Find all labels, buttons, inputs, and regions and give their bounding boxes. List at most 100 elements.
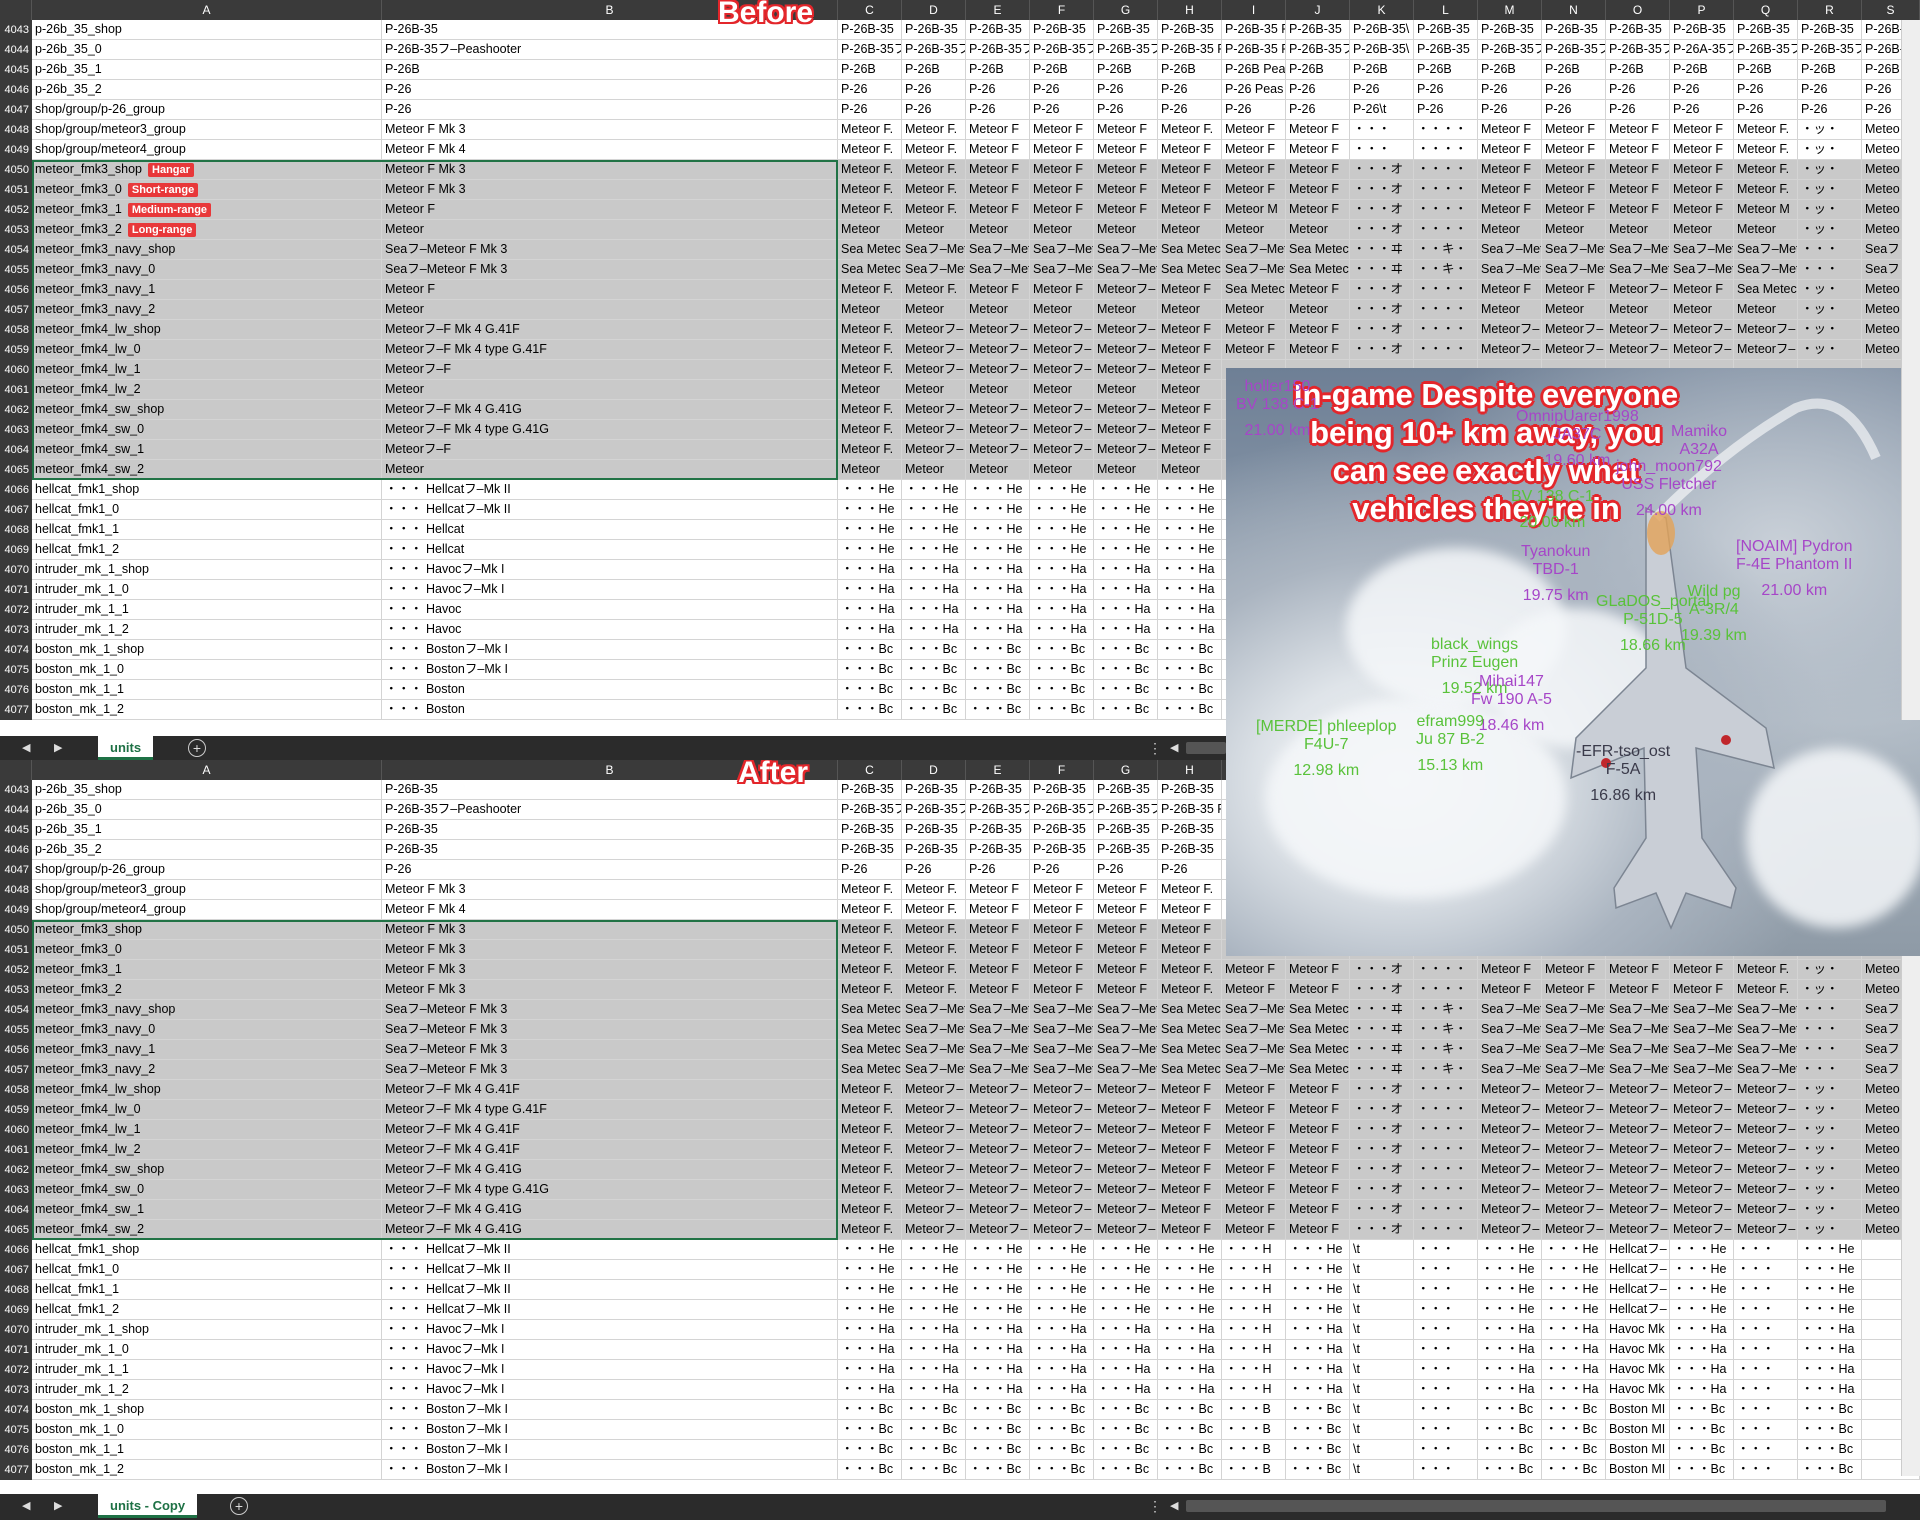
cell-b[interactable]: ・・・ Hellcatフ–Mk II (382, 500, 838, 519)
cell-a[interactable]: meteor_fmk4_lw_2 (32, 1140, 382, 1159)
row-number[interactable]: 4067 (0, 1260, 32, 1280)
row-number[interactable]: 4065 (0, 460, 32, 480)
cell-h[interactable]: Meteor F (1158, 940, 1222, 959)
cell-r[interactable]: ・・・ (1798, 1020, 1862, 1039)
cell-l[interactable]: ・・・ (1414, 1260, 1478, 1279)
cell-k[interactable]: P-26B (1350, 60, 1414, 79)
cell-e[interactable]: Meteor (966, 220, 1030, 239)
cell-f[interactable]: ・・・Ha (1030, 620, 1094, 639)
cell-k[interactable]: \t (1350, 1340, 1414, 1359)
cell-l[interactable]: ・・・ (1414, 1380, 1478, 1399)
cell-j[interactable]: P-26B (1286, 60, 1350, 79)
cell-g[interactable]: P-26B-35 (1094, 840, 1158, 859)
cell-f[interactable]: Meteorフ– (1030, 1080, 1094, 1099)
cell-a[interactable]: meteor_fmk3_navy_2 (32, 300, 382, 319)
cell-j[interactable]: Meteor (1286, 300, 1350, 319)
cell-g[interactable]: ・・・Bc (1094, 1400, 1158, 1419)
cell-h[interactable]: P-26B-35 (1158, 20, 1222, 39)
cell-f[interactable]: ・・・Ha (1030, 1360, 1094, 1379)
cell-m[interactable]: ・・・He (1478, 1300, 1542, 1319)
cell-i[interactable]: Meteor F (1222, 1080, 1286, 1099)
cell-a[interactable]: boston_mk_1_0 (32, 1420, 382, 1439)
cell-e[interactable]: Meteor (966, 300, 1030, 319)
cell-f[interactable]: P-26 (1030, 80, 1094, 99)
cell-i[interactable]: ・・・B (1222, 1460, 1286, 1479)
cell-e[interactable]: Meteorフ– (966, 320, 1030, 339)
cell-n[interactable]: ・・・He (1542, 1280, 1606, 1299)
cell-g[interactable]: ・・・He (1094, 480, 1158, 499)
cell-a[interactable]: meteor_fmk3_shop (32, 920, 382, 939)
cell-e[interactable]: P-26B-35フ (966, 800, 1030, 819)
row-number[interactable]: 4061 (0, 1140, 32, 1160)
cell-d[interactable]: P-26B-35 (902, 840, 966, 859)
cell-k[interactable]: ・・・オ (1350, 960, 1414, 979)
cell-d[interactable]: Meteor (902, 300, 966, 319)
row-number[interactable]: 4059 (0, 1100, 32, 1120)
cell-f[interactable]: Meteor (1030, 380, 1094, 399)
cell-h[interactable]: ・・・Ha (1158, 580, 1222, 599)
cell-b[interactable]: ・・・ Bostonフ–Mk I (382, 1460, 838, 1479)
cell-d[interactable]: ・・・Ha (902, 1360, 966, 1379)
cell-d[interactable]: Meteorフ– (902, 360, 966, 379)
cell-k[interactable]: ・・・オ (1350, 220, 1414, 239)
cell-i[interactable]: Meteor (1222, 220, 1286, 239)
cell-b[interactable]: P-26B-35 (382, 840, 838, 859)
cell-h[interactable]: P-26B-35 (1158, 820, 1222, 839)
cell-r[interactable]: ・・・ (1798, 1040, 1862, 1059)
cell-i[interactable]: Meteor F (1222, 320, 1286, 339)
cell-a[interactable]: boston_mk_1_shop (32, 1400, 382, 1419)
cell-j[interactable]: Meteor F (1286, 1140, 1350, 1159)
cell-p[interactable]: Meteor F (1670, 140, 1734, 159)
cell-h[interactable]: Sea Metec (1158, 1020, 1222, 1039)
cell-b[interactable]: ・・・ Bostonフ–Mk I (382, 1400, 838, 1419)
cell-e[interactable]: ・・・Ha (966, 560, 1030, 579)
cell-r[interactable]: P-26B-35フ (1798, 40, 1862, 59)
cell-p[interactable]: ・・・He (1670, 1260, 1734, 1279)
cell-p[interactable]: Meteorフ– (1670, 1180, 1734, 1199)
cell-e[interactable]: Meteor F (966, 160, 1030, 179)
cell-c[interactable]: ・・・Bc (838, 680, 902, 699)
cell-g[interactable]: Meteorフ– (1094, 1140, 1158, 1159)
cell-m[interactable]: ・・・Bc (1478, 1420, 1542, 1439)
cell-f[interactable]: Meteor (1030, 300, 1094, 319)
cell-c[interactable]: Meteor F. (838, 420, 902, 439)
row-number[interactable]: 4068 (0, 1280, 32, 1300)
cell-e[interactable]: Meteor F (966, 940, 1030, 959)
cell-l[interactable]: P-26B (1414, 60, 1478, 79)
cell-n[interactable]: Meteorフ– (1542, 1180, 1606, 1199)
cell-f[interactable]: Seaフ–Met (1030, 1040, 1094, 1059)
cell-r[interactable]: ・・・ (1798, 260, 1862, 279)
cell-h[interactable]: P-26B-35 (1158, 780, 1222, 799)
cell-m[interactable]: Seaフ–Met (1478, 1060, 1542, 1079)
cell-e[interactable]: ・・・He (966, 1280, 1030, 1299)
cell-j[interactable]: P-26 (1286, 100, 1350, 119)
cell-k[interactable]: ・・・オ (1350, 980, 1414, 999)
row-number[interactable]: 4051 (0, 940, 32, 960)
cell-l[interactable]: ・・・ (1414, 1420, 1478, 1439)
row-number[interactable]: 4047 (0, 860, 32, 880)
cell-l[interactable]: ・・・・ (1414, 1140, 1478, 1159)
cell-o[interactable]: Meteorフ– (1606, 1220, 1670, 1239)
cell-e[interactable]: P-26B-35フ (966, 40, 1030, 59)
cell-b[interactable]: Meteor F (382, 280, 838, 299)
cell-i[interactable]: P-26 Peas (1222, 80, 1286, 99)
cell-c[interactable]: Meteor F. (838, 400, 902, 419)
cell-a[interactable]: shop/group/p-26_group (32, 100, 382, 119)
cell-c[interactable]: Meteor F. (838, 980, 902, 999)
cell-l[interactable]: ・・・・ (1414, 280, 1478, 299)
more-options-icon[interactable]: ⋮ (1148, 736, 1162, 760)
cell-e[interactable]: ・・・Bc (966, 700, 1030, 719)
cell-h[interactable]: Sea Metec (1158, 1040, 1222, 1059)
cell-b[interactable]: Meteor F Mk 3 (382, 880, 838, 899)
cell-p[interactable]: Meteorフ– (1670, 1200, 1734, 1219)
cell-j[interactable]: Meteor F (1286, 1120, 1350, 1139)
cell-c[interactable]: ・・・Ha (838, 1380, 902, 1399)
cell-m[interactable]: P-26B-35フ (1478, 40, 1542, 59)
cell-i[interactable]: ・・・H (1222, 1320, 1286, 1339)
cell-c[interactable]: ・・・Bc (838, 1460, 902, 1479)
cell-j[interactable]: ・・・Ha (1286, 1380, 1350, 1399)
cell-h[interactable]: P-26B-35 P (1158, 40, 1222, 59)
cell-h[interactable]: Meteor F (1158, 1220, 1222, 1239)
column-header-i[interactable]: I (1222, 0, 1286, 20)
cell-f[interactable]: ・・・Bc (1030, 1460, 1094, 1479)
